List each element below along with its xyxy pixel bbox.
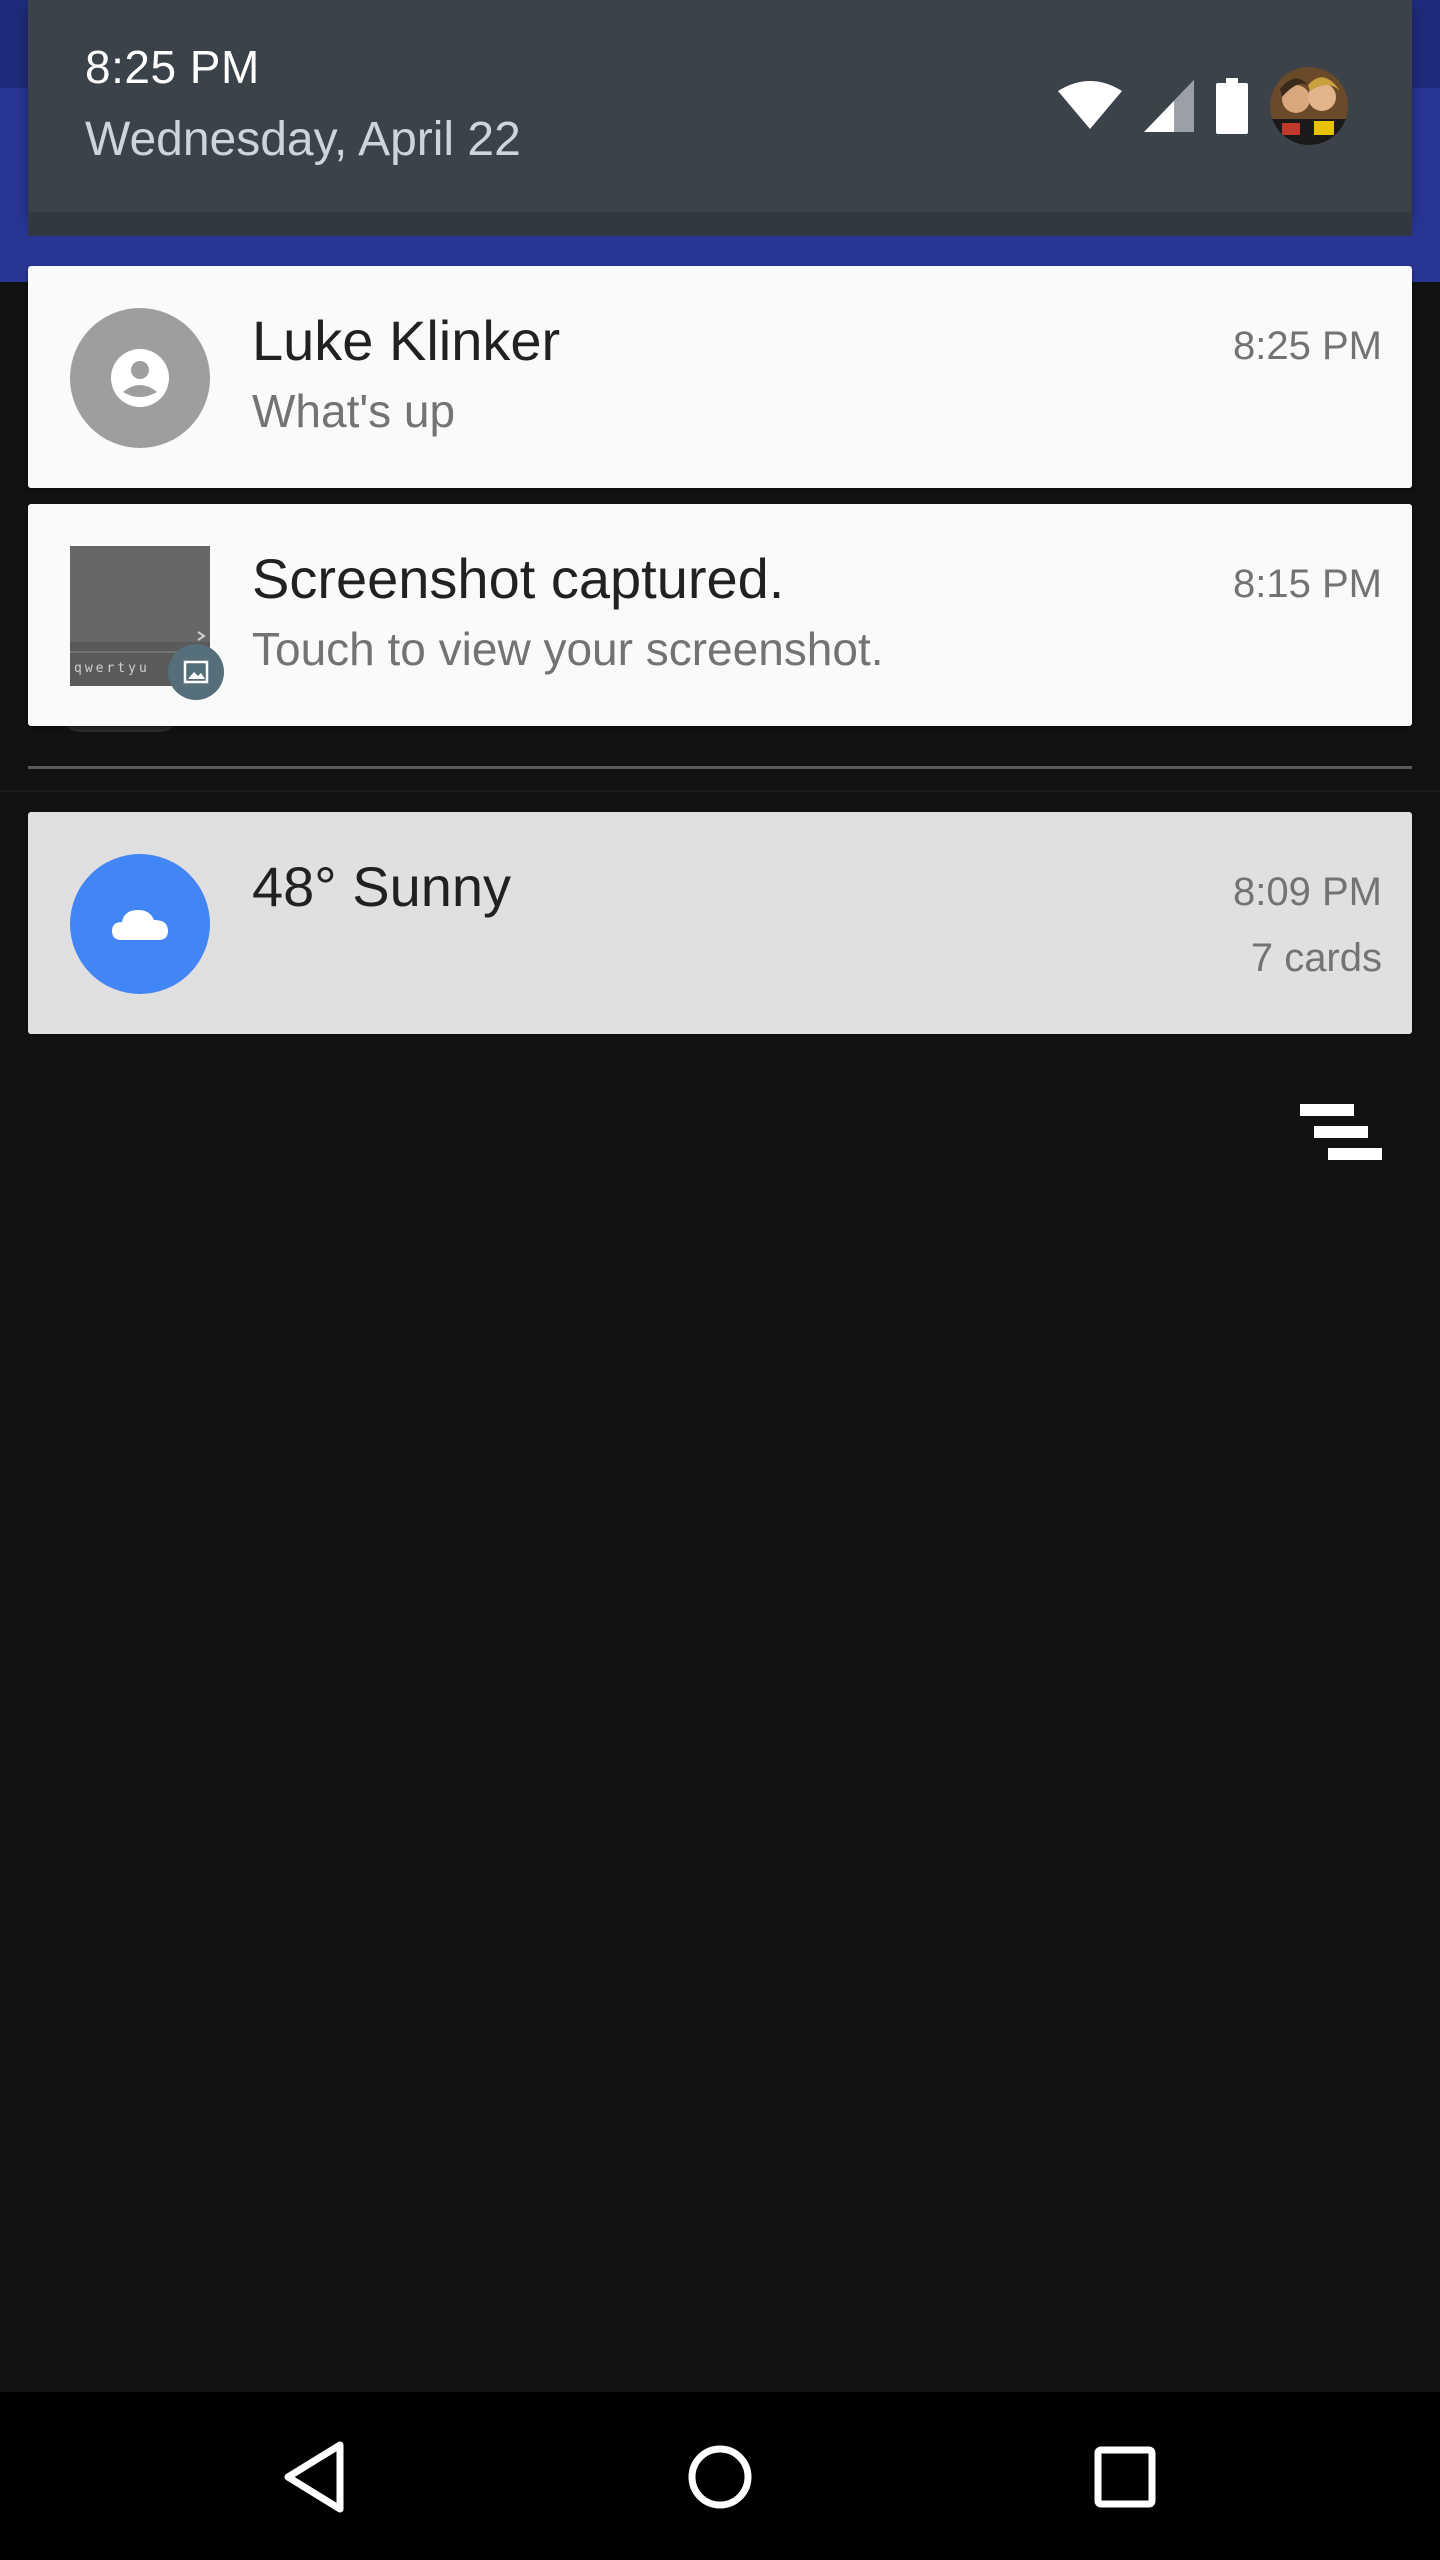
- battery-icon: [1216, 78, 1248, 134]
- notification-icon-wrap: [70, 308, 210, 448]
- recents-button[interactable]: [1080, 2432, 1170, 2522]
- notification-message[interactable]: Luke Klinker What's up 8:25 PM: [28, 266, 1412, 488]
- notification-shade: 8:25 PM Wednesday, April 22 Luke Klinker…: [0, 0, 1440, 2560]
- cell-signal-icon: [1144, 80, 1194, 132]
- notification-icon-wrap: [70, 854, 210, 994]
- screenshot-badge: [168, 644, 224, 700]
- contact-person-icon: [111, 349, 169, 407]
- image-icon: [183, 660, 209, 684]
- notification-time: 8:15 PM: [1233, 562, 1382, 606]
- user-avatar[interactable]: [1270, 67, 1348, 145]
- shade-header[interactable]: 8:25 PM Wednesday, April 22: [28, 0, 1412, 212]
- section-divider: [28, 766, 1412, 769]
- svg-text:qwertyu: qwertyu: [74, 661, 150, 676]
- section-divider-shadow: [0, 790, 1440, 792]
- navigation-bar: [0, 2392, 1440, 2560]
- weather-app-icon: [70, 854, 210, 994]
- notification-time: 8:25 PM: [1233, 324, 1382, 368]
- status-icons: [1036, 66, 1348, 146]
- back-icon: [284, 2441, 344, 2513]
- clear-all-icon: [1300, 1104, 1382, 1160]
- recents-icon: [1094, 2446, 1156, 2508]
- notification-text: Touch to view your screenshot.: [252, 623, 884, 675]
- notification-title: 48° Sunny: [252, 855, 512, 918]
- notification-weather[interactable]: 48° Sunny 8:09 PM 7 cards: [28, 812, 1412, 1034]
- cloud-icon: [112, 910, 168, 940]
- contact-avatar: [70, 308, 210, 448]
- clear-all-button[interactable]: [1290, 1100, 1386, 1170]
- wifi-icon: [1058, 81, 1122, 129]
- header-time: 8:25 PM: [85, 41, 260, 93]
- home-button[interactable]: [675, 2432, 765, 2522]
- notification-time: 8:09 PM: [1233, 870, 1382, 914]
- notification-screenshot[interactable]: qwertyu Screenshot captured. Touch to vi…: [28, 504, 1412, 726]
- home-icon: [688, 2445, 752, 2509]
- notification-icon-wrap: qwertyu: [70, 546, 224, 700]
- back-button[interactable]: [270, 2432, 360, 2522]
- header-shadow: [28, 212, 1412, 236]
- notification-title: Screenshot captured.: [252, 547, 785, 610]
- header-date[interactable]: Wednesday, April 22: [85, 112, 521, 167]
- notification-text: What's up: [252, 385, 456, 437]
- notification-title: Luke Klinker: [252, 309, 561, 372]
- notification-card-count: 7 cards: [1250, 936, 1382, 980]
